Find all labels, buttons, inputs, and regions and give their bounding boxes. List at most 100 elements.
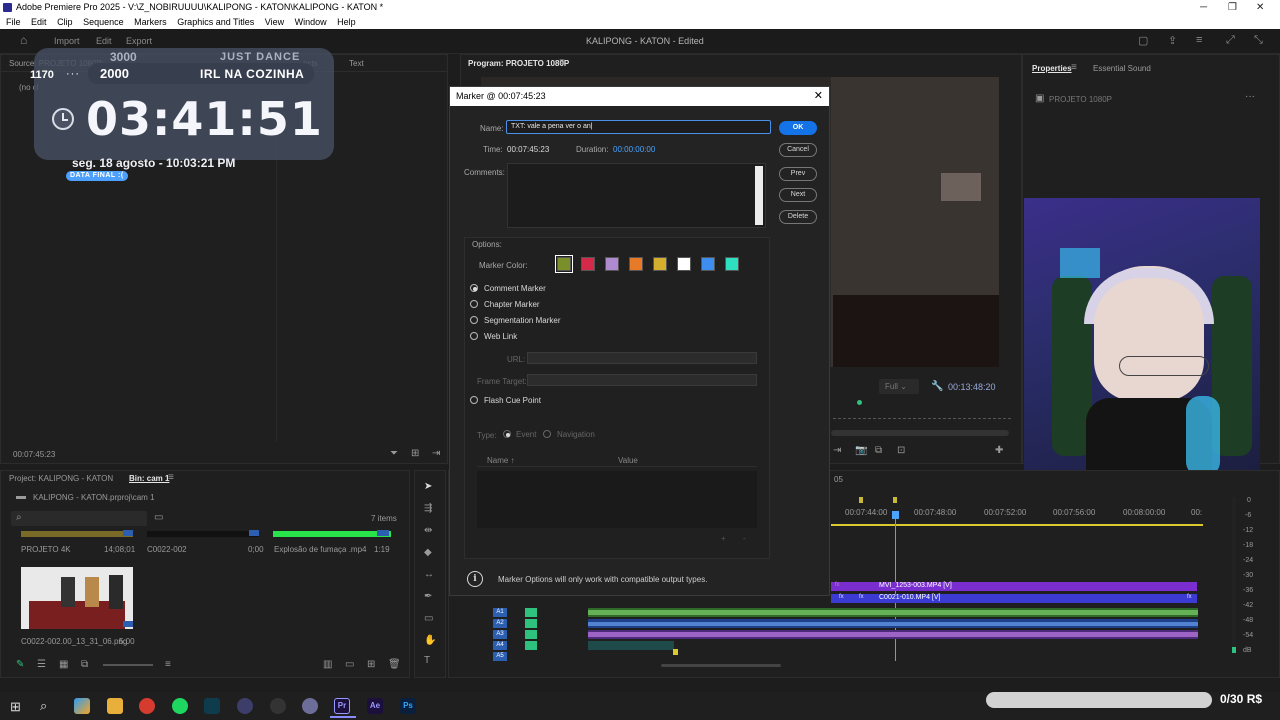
color-swatch-orange[interactable] bbox=[629, 257, 643, 271]
track-select-icon[interactable]: ⇶ bbox=[424, 503, 432, 514]
export-icon[interactable]: ⇥ bbox=[833, 445, 841, 456]
item-name[interactable]: PROJETO 4K bbox=[21, 545, 71, 554]
nav-edit[interactable]: Edit bbox=[96, 36, 112, 46]
icon-view-icon[interactable]: ▦ bbox=[59, 659, 68, 670]
menu-view[interactable]: View bbox=[265, 17, 284, 27]
copilot-icon[interactable] bbox=[74, 698, 90, 714]
item-name[interactable]: C0022-002 bbox=[147, 545, 187, 554]
menu-help[interactable]: Help bbox=[337, 17, 356, 27]
type-tool-icon[interactable]: T bbox=[424, 655, 430, 666]
razor-tool-icon[interactable]: ◆ bbox=[424, 547, 432, 558]
color-swatch-white[interactable] bbox=[677, 257, 691, 271]
tab-bin[interactable]: Bin: cam 1 bbox=[129, 474, 169, 483]
timeline-scrollbar[interactable] bbox=[661, 664, 781, 667]
minimize-button[interactable]: ─ bbox=[1200, 0, 1207, 15]
close-icon[interactable]: ✕ bbox=[814, 87, 823, 106]
comments-textarea[interactable] bbox=[507, 163, 766, 228]
col-name[interactable]: Name ↑ bbox=[487, 456, 515, 465]
rectangle-tool-icon[interactable]: ▭ bbox=[424, 613, 433, 624]
flash-cue-radio[interactable] bbox=[470, 396, 478, 404]
tab-essential-sound[interactable]: Essential Sound bbox=[1093, 64, 1151, 73]
program-title[interactable]: Program: PROJETO 1080P bbox=[468, 59, 569, 68]
workspace-icon[interactable]: ▢ bbox=[1138, 34, 1148, 47]
ok-button[interactable]: OK bbox=[779, 121, 817, 135]
filter-icon[interactable]: ⏷ bbox=[390, 448, 398, 459]
timeline-ruler[interactable]: 00:07:44:00 00:07:48:00 00:07:52:00 00:0… bbox=[831, 491, 1203, 531]
audio-clip-a4[interactable] bbox=[588, 641, 674, 650]
obs-icon[interactable] bbox=[270, 698, 286, 714]
photoshop-icon[interactable]: Ps bbox=[400, 698, 416, 714]
mute-a3[interactable] bbox=[525, 619, 537, 628]
export-frame-icon[interactable]: ⇥ bbox=[432, 448, 440, 459]
chapter-marker-radio[interactable] bbox=[470, 300, 478, 308]
windows-start-icon[interactable]: ⊞ bbox=[10, 699, 21, 715]
color-swatch-blue[interactable] bbox=[701, 257, 715, 271]
thumb-c0022[interactable] bbox=[147, 531, 259, 537]
navigation-radio[interactable] bbox=[543, 430, 551, 438]
menu-icon[interactable]: ≡ bbox=[1196, 34, 1202, 46]
new-item-icon[interactable]: ⊞ bbox=[367, 659, 375, 670]
duration-value[interactable]: 00:00:00:00 bbox=[613, 145, 655, 154]
project-search-input[interactable]: ⌕ bbox=[11, 511, 147, 526]
color-swatch-lavender[interactable] bbox=[605, 257, 619, 271]
thumb-png[interactable] bbox=[21, 567, 133, 629]
automate-icon[interactable]: ▥ bbox=[323, 659, 332, 670]
after-effects-icon[interactable]: Ae bbox=[367, 698, 383, 714]
fx-icon[interactable]: fx bbox=[835, 582, 840, 588]
item-name[interactable]: C0022-002.00_13_31_06.png bbox=[21, 637, 127, 646]
color-swatch-green[interactable] bbox=[555, 255, 573, 273]
track-a5[interactable]: A5 bbox=[493, 652, 507, 661]
event-label[interactable]: Event bbox=[516, 430, 536, 439]
menu-edit[interactable]: Edit bbox=[31, 17, 47, 27]
selection-tool-icon[interactable]: ➤ bbox=[424, 481, 432, 492]
text-tab[interactable]: Text bbox=[349, 59, 364, 68]
program-menu-icon[interactable]: ≡ bbox=[559, 57, 565, 68]
nav-export[interactable]: Export bbox=[126, 36, 152, 46]
chrome-icon[interactable] bbox=[139, 698, 155, 714]
restore-button[interactable]: ❐ bbox=[1228, 0, 1237, 15]
mute-a2[interactable] bbox=[525, 608, 537, 617]
pen-tool-icon[interactable]: ✒ bbox=[424, 591, 432, 602]
freeform-view-icon[interactable]: ⧉ bbox=[81, 659, 88, 670]
camera-icon[interactable]: 📷 bbox=[855, 445, 867, 456]
search-icon[interactable]: ⌕ bbox=[40, 698, 47, 714]
mute-a4[interactable] bbox=[525, 630, 537, 639]
insert-icon[interactable]: ⊞ bbox=[411, 448, 419, 459]
home-icon[interactable]: ⌂ bbox=[20, 33, 27, 47]
video-clip-c0021[interactable]: fx fx C0021-010.MP4 [V] fx bbox=[831, 594, 1197, 603]
comments-scrollbar[interactable] bbox=[755, 166, 763, 225]
track-a3[interactable]: A3 bbox=[493, 630, 507, 639]
segmentation-marker-radio[interactable] bbox=[470, 316, 478, 324]
track-a1[interactable]: A1 bbox=[493, 608, 507, 617]
pencil-icon[interactable]: ✎ bbox=[16, 659, 24, 670]
file-explorer-icon[interactable] bbox=[107, 698, 123, 714]
ripple-edit-icon[interactable]: ⇹ bbox=[424, 525, 432, 536]
add-button-icon[interactable]: ✚ bbox=[995, 445, 1003, 456]
web-link-label[interactable]: Web Link bbox=[484, 332, 517, 341]
menu-graphics[interactable]: Graphics and Titles bbox=[177, 17, 254, 27]
track-a2[interactable]: A2 bbox=[493, 619, 507, 628]
color-swatch-red[interactable] bbox=[581, 257, 595, 271]
app-icon[interactable] bbox=[302, 698, 318, 714]
app-icon[interactable] bbox=[237, 698, 253, 714]
col-value[interactable]: Value bbox=[618, 456, 638, 465]
chapter-marker-label[interactable]: Chapter Marker bbox=[484, 300, 540, 309]
frame-target-input[interactable] bbox=[527, 374, 757, 386]
shrink-icon[interactable]: ⤡ bbox=[1254, 34, 1263, 47]
share-icon[interactable]: ⇪ bbox=[1168, 34, 1177, 47]
next-button[interactable]: Next bbox=[779, 188, 817, 202]
zoom-slider[interactable] bbox=[103, 664, 153, 666]
list-view-icon[interactable]: ☰ bbox=[37, 659, 46, 670]
tab-properties[interactable]: Properties bbox=[1032, 64, 1072, 73]
audio-clip-a1[interactable] bbox=[588, 608, 1198, 617]
menu-clip[interactable]: Clip bbox=[57, 17, 73, 27]
hand-tool-icon[interactable]: ✋ bbox=[424, 635, 436, 646]
delete-button[interactable]: Delete bbox=[779, 210, 817, 224]
program-ruler[interactable] bbox=[833, 413, 1011, 419]
audio-clip-a3[interactable] bbox=[588, 630, 1198, 639]
comment-marker-label[interactable]: Comment Marker bbox=[484, 284, 546, 293]
tab-project[interactable]: Project: KALIPONG - KATON bbox=[9, 474, 113, 483]
prev-button[interactable]: Prev bbox=[779, 167, 817, 181]
menu-markers[interactable]: Markers bbox=[134, 17, 167, 27]
compare-icon[interactable]: ⧉ bbox=[875, 445, 882, 456]
